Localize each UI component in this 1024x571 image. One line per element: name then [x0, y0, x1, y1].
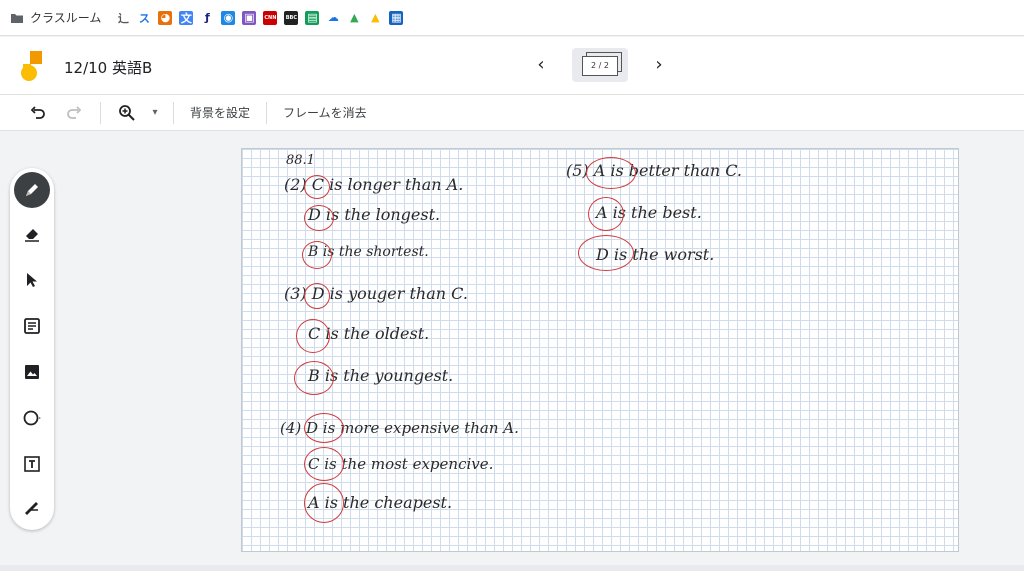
image-tool[interactable] [14, 354, 50, 390]
sticky-note-icon [24, 318, 40, 334]
calligraphy-icon[interactable]: ⻌ [116, 10, 131, 25]
undo-button[interactable] [20, 95, 56, 131]
red-circle-annotation [304, 205, 334, 231]
sticky-note-tool[interactable] [14, 308, 50, 344]
red-circle-annotation [304, 483, 344, 523]
previous-frame-button[interactable]: ‹ [530, 54, 552, 76]
clear-frame-button[interactable]: フレームを消去 [275, 104, 375, 121]
bookmark-folder-classroom[interactable]: クラスルーム [10, 9, 101, 26]
cloud-icon[interactable]: ☁ [326, 10, 341, 25]
red-circle-annotation [586, 157, 636, 189]
su-icon[interactable]: ス [137, 10, 152, 25]
eraser-tool[interactable] [14, 216, 50, 252]
pen-tool[interactable] [14, 172, 50, 208]
jamboard-logo-icon [21, 51, 42, 81]
pen-icon[interactable]: ƒ [200, 10, 215, 25]
zoom-in-icon [119, 104, 135, 121]
bbc-icon[interactable]: BBC [284, 10, 299, 25]
toolbar-divider [100, 101, 101, 124]
toolbar-divider [266, 101, 268, 124]
set-background-button[interactable]: 背景を設定 [182, 104, 258, 121]
text-box-icon [24, 456, 40, 472]
folder-icon [11, 13, 23, 23]
fox-icon[interactable]: ◕ [158, 10, 173, 25]
drive-icon-2[interactable]: ▲ [368, 10, 383, 25]
image-icon [25, 365, 39, 379]
drive-icon[interactable]: ▲ [347, 10, 362, 25]
zoom-button[interactable] [109, 95, 145, 131]
cnn-icon[interactable]: CNN [263, 10, 278, 25]
shape-tool[interactable] [14, 400, 50, 436]
redo-icon [67, 105, 82, 119]
newspaper-icon[interactable]: ▦ [389, 10, 404, 25]
cursor-icon [27, 273, 37, 287]
zoom-dropdown-icon[interactable]: ▾ [145, 95, 165, 131]
eraser-icon [25, 229, 39, 242]
pen-icon [26, 184, 38, 196]
app-header: 12/10 英語B ‹ 2 / 2 › [0, 37, 1024, 95]
redo-button[interactable] [56, 95, 92, 131]
undo-icon [30, 105, 45, 119]
red-circle-annotation [296, 319, 330, 353]
stack-icon[interactable]: ▣ [242, 10, 257, 25]
red-circle-annotation [304, 413, 344, 443]
tool-palette [10, 168, 54, 530]
next-frame-button[interactable]: › [648, 54, 670, 76]
red-circle-annotation [578, 235, 634, 271]
classroom-icon[interactable]: ▤ [305, 10, 320, 25]
laser-tool[interactable] [14, 490, 50, 526]
frame-counter: 2 / 2 [582, 56, 618, 76]
circle-icon [23, 410, 41, 426]
laser-icon [25, 502, 38, 515]
toolbar: ▾ 背景を設定 フレームを消去 [0, 95, 1024, 131]
red-circle-annotation [588, 197, 624, 231]
bookmark-folder-label: クラスルーム [30, 11, 102, 25]
compass-icon[interactable]: ◉ [221, 10, 236, 25]
toolbar-divider [173, 101, 174, 124]
frame-bar-toggle[interactable]: 2 / 2 [572, 48, 628, 82]
translate-icon[interactable]: 文 [179, 10, 194, 25]
document-title[interactable]: 12/10 英語B [64, 57, 152, 78]
select-tool[interactable] [14, 262, 50, 298]
red-circle-annotation [304, 447, 344, 481]
red-circle-annotation [304, 175, 330, 199]
window-bottom-edge [0, 565, 1024, 571]
handwritten-line: 88.1 [286, 153, 315, 168]
red-circle-annotation [302, 241, 332, 269]
text-box-tool[interactable] [14, 446, 50, 482]
red-circle-annotation [294, 361, 334, 395]
red-circle-annotation [304, 283, 330, 309]
bookmarks-bar: クラスルーム ⻌ス ◕ 文 ƒ ◉ ▣ CNN BBC ▤ ☁ ▲ ▲ ▦ [0, 0, 1024, 36]
whiteboard-canvas[interactable]: 88.1 (2) C is longer than A. D is the lo… [241, 148, 959, 552]
